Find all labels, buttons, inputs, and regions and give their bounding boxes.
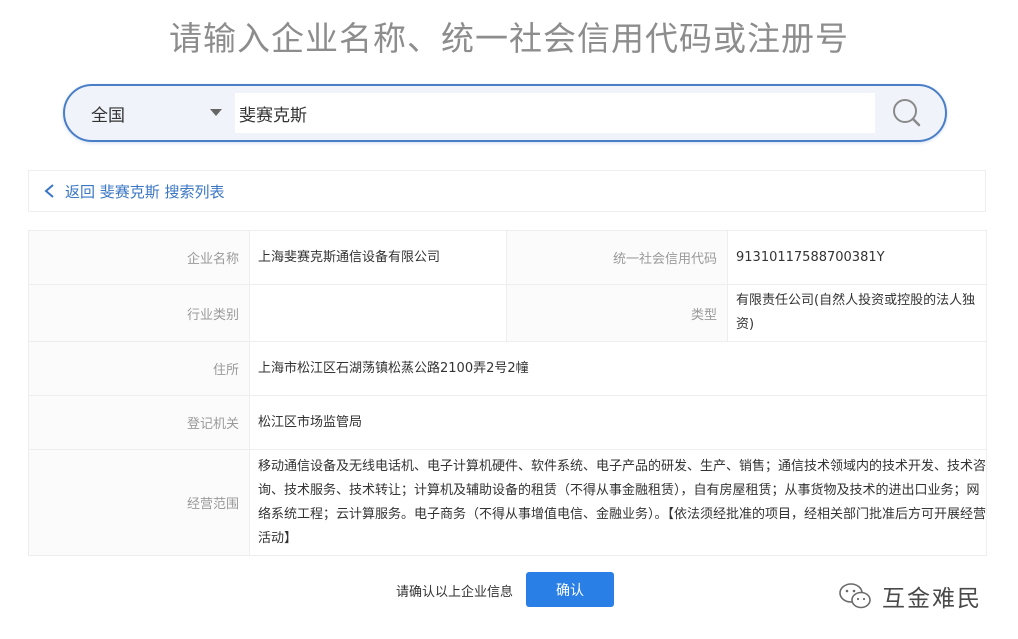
company-type-value: 有限责任公司(自然人投资或控股的法人独资) <box>727 284 987 342</box>
breadcrumb: 返回 斐赛克斯 搜索列表 <box>28 170 986 212</box>
company-info-table: 企业名称 上海斐赛克斯通信设备有限公司 统一社会信用代码 91310117588… <box>28 230 987 556</box>
table-row: 行业类别 类型 有限责任公司(自然人投资或控股的法人独资) <box>28 284 987 342</box>
company-type-label: 类型 <box>506 284 728 342</box>
industry-label: 行业类别 <box>28 284 250 342</box>
page-title: 请输入企业名称、统一社会信用代码或注册号 <box>169 19 849 58</box>
page: 请输入企业名称、统一社会信用代码或注册号 全国 返回 斐赛克斯 搜索列表 企业名… <box>0 0 1018 639</box>
business-scope-value: 移动通信设备及无线电话机、电子计算机硬件、软件系统、电子产品的研发、生产、销售；… <box>249 449 987 556</box>
search-input[interactable] <box>235 93 875 133</box>
address-value: 上海市松江区石湖荡镇松蒸公路2100弄2号2幢 <box>249 341 987 396</box>
table-row: 经营范围 移动通信设备及无线电话机、电子计算机硬件、软件系统、电子产品的研发、生… <box>28 449 987 556</box>
company-name-label: 企业名称 <box>28 230 250 285</box>
search-icon[interactable] <box>891 97 923 129</box>
industry-value <box>249 284 507 342</box>
credit-code-value: 91310117588700381Y <box>727 230 987 285</box>
watermark: 互金难民 <box>838 578 982 614</box>
table-row: 登记机关 松江区市场监管局 <box>28 395 987 450</box>
back-link-label: 返回 斐赛克斯 搜索列表 <box>65 182 225 201</box>
region-select[interactable]: 全国 <box>91 86 231 140</box>
table-row: 住所 上海市松江区石湖荡镇松蒸公路2100弄2号2幢 <box>28 341 987 396</box>
search-bar: 全国 <box>63 84 947 142</box>
back-to-search-link[interactable]: 返回 斐赛克斯 搜索列表 <box>43 171 225 211</box>
authority-value: 松江区市场监管局 <box>249 395 987 450</box>
confirm-prompt: 请确认以上企业信息 <box>396 585 514 600</box>
company-name-value: 上海斐赛克斯通信设备有限公司 <box>249 230 507 285</box>
address-label: 住所 <box>28 341 250 396</box>
chevron-left-icon <box>44 184 54 198</box>
credit-code-label: 统一社会信用代码 <box>506 230 728 285</box>
wechat-icon <box>839 583 871 609</box>
authority-label: 登记机关 <box>28 395 250 450</box>
watermark-text: 互金难民 <box>882 586 982 612</box>
business-scope-label: 经营范围 <box>28 449 250 556</box>
caret-down-icon <box>210 109 222 116</box>
confirm-button[interactable]: 确认 <box>526 572 614 607</box>
table-row: 企业名称 上海斐赛克斯通信设备有限公司 统一社会信用代码 91310117588… <box>28 230 987 285</box>
region-select-value: 全国 <box>91 106 125 126</box>
